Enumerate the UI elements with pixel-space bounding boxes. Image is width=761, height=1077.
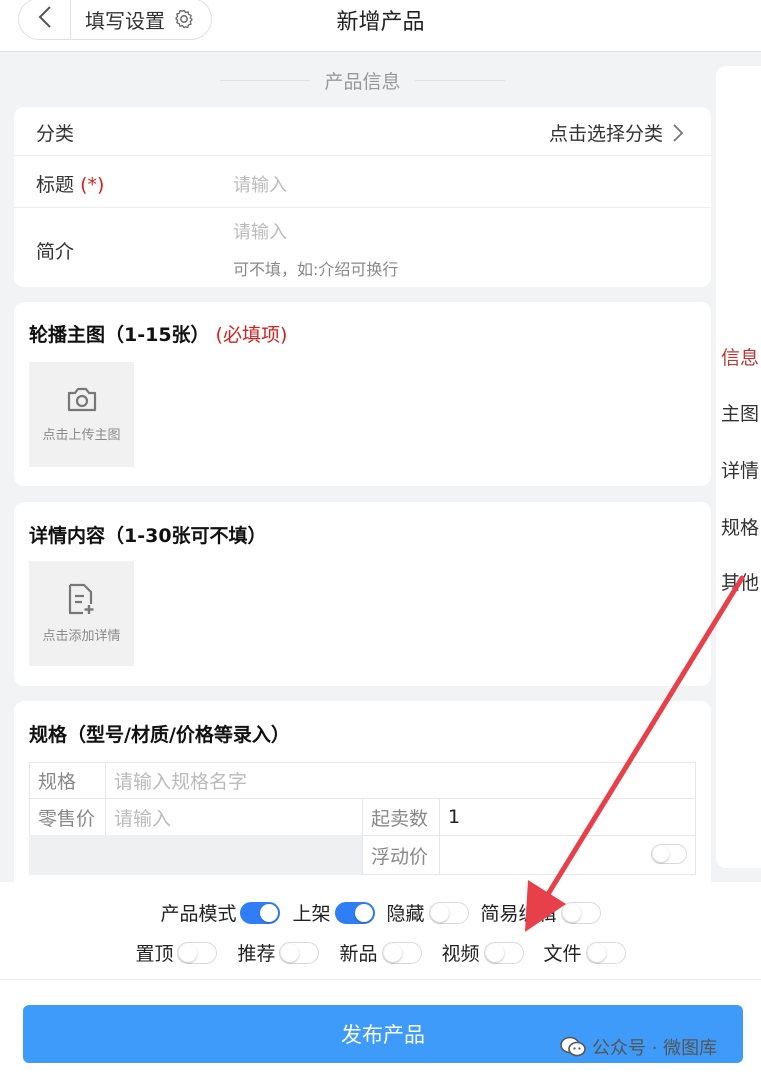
intro-input[interactable]: 请输入 (233, 218, 287, 244)
side-nav-spec[interactable]: 规格 (721, 513, 759, 540)
spec-name-input[interactable]: 请输入规格名字 (105, 762, 696, 799)
switch[interactable] (177, 941, 218, 964)
details-card: 详情内容（1-30张可不填） 点击添加详情 (14, 502, 711, 686)
toggle-video[interactable]: 视频 (442, 939, 524, 966)
switch-knob (587, 943, 606, 962)
section-title-text: 产品信息 (324, 70, 401, 93)
switch[interactable] (560, 901, 601, 924)
toggle-on-shelf[interactable]: 上架 (292, 899, 375, 926)
category-picker[interactable]: 点击选择分类 (549, 119, 683, 146)
toggle-row-2: 置顶 推荐 新品 视频 文件 (0, 939, 761, 966)
switch-knob (260, 903, 279, 922)
category-label: 分类 (36, 123, 75, 145)
switch-knob (383, 943, 402, 962)
camera-icon (66, 386, 98, 418)
title-label: 标题 (*) (36, 170, 104, 197)
empty-cell (29, 835, 363, 875)
toggle-label: 置顶 (135, 943, 174, 965)
switch[interactable] (381, 941, 422, 964)
category-row[interactable]: 分类 点击选择分类 (14, 107, 711, 156)
toggle-pin-top[interactable]: 置顶 (135, 939, 218, 966)
watermark-text: 公众号 · 微图库 (592, 1038, 718, 1059)
side-nav-main-image[interactable]: 主图 (721, 399, 759, 426)
title-label-text: 标题 (36, 174, 75, 196)
intro-hint: 可不填，如:介绍可换行 (233, 260, 399, 279)
divider (0, 979, 761, 980)
add-details-button[interactable]: 点击添加详情 (29, 561, 134, 666)
carousel-heading: 轮播主图（1-15张） (必填项) (29, 320, 287, 347)
toggle-product-mode[interactable]: 产品模式 (160, 899, 281, 926)
toggle-label: 简易编辑 (480, 903, 557, 925)
title-input[interactable]: 请输入 (233, 171, 287, 197)
switch[interactable] (279, 941, 320, 964)
retail-price-input[interactable]: 请输入 (105, 798, 363, 836)
switch-knob (485, 943, 504, 962)
details-heading: 详情内容（1-30张可不填） (29, 525, 267, 547)
float-price-cell (439, 835, 696, 875)
title-row: 标题 (*) 请输入 (14, 156, 711, 208)
switch-knob (354, 903, 373, 922)
toggle-label: 视频 (441, 943, 480, 965)
page-title: 新增产品 (336, 10, 425, 35)
header-bar: 填写设置 新增产品 (0, 0, 761, 52)
switch-knob (281, 943, 300, 962)
file-add-icon (67, 583, 97, 619)
min-qty-label: 起卖数 (362, 798, 440, 836)
product-info-card: 分类 点击选择分类 标题 (*) 请输入 简介 请输入 可不填，如:介绍可换行 (14, 107, 711, 287)
switch-knob (562, 903, 581, 922)
retail-price-label: 零售价 (29, 798, 106, 836)
spec-heading: 规格（型号/材质/价格等录入） (29, 724, 290, 746)
switch[interactable] (334, 901, 375, 924)
intro-row: 简介 请输入 可不填，如:介绍可换行 (14, 208, 711, 287)
switch-knob (653, 846, 669, 862)
toggle-hidden[interactable]: 隐藏 (387, 899, 469, 926)
toggle-new-product[interactable]: 新品 (339, 939, 422, 966)
spec-name-label: 规格 (29, 762, 106, 799)
switch[interactable] (483, 941, 524, 964)
side-nav-info[interactable]: 信息 (721, 343, 759, 370)
switch[interactable] (240, 901, 281, 924)
switch-knob (179, 943, 198, 962)
toggle-label: 推荐 (237, 943, 276, 965)
upload-main-image-label: 点击上传主图 (42, 428, 121, 443)
carousel-heading-text: 轮播主图（1-15张） (29, 324, 210, 346)
toggle-label: 新品 (339, 943, 378, 965)
side-nav-panel: 信息 主图 详情 规格 其他 (716, 66, 761, 868)
float-price-label: 浮动价 (362, 835, 440, 875)
watermark: 公众号 · 微图库 (560, 1034, 717, 1060)
divider (414, 79, 505, 81)
side-nav-other[interactable]: 其他 (721, 568, 759, 595)
spec-card: 规格（型号/材质/价格等录入） 规格 请输入规格名字 零售价 请输入 起卖数 1… (14, 701, 711, 882)
side-nav-details[interactable]: 详情 (721, 456, 759, 483)
switch[interactable] (428, 901, 469, 924)
bottom-panel: 产品模式 上架 隐藏 简易编辑 置顶 推荐 新品 视频 文件 发布产品 公众号 … (0, 882, 761, 1077)
required-mark: (*) (80, 174, 105, 196)
carousel-card: 轮播主图（1-15张） (必填项) 点击上传主图 (14, 302, 711, 486)
toggle-label: 产品模式 (160, 903, 237, 925)
section-title: 产品信息 (14, 66, 711, 94)
switch-knob (430, 903, 449, 922)
upload-main-image-button[interactable]: 点击上传主图 (29, 362, 134, 467)
required-note: (必填项) (215, 324, 288, 346)
toggle-recommend[interactable]: 推荐 (237, 939, 320, 966)
add-details-label: 点击添加详情 (42, 629, 121, 644)
toggle-row-1: 产品模式 上架 隐藏 简易编辑 (0, 899, 761, 926)
float-price-switch[interactable] (651, 844, 687, 864)
divider (220, 79, 311, 81)
toggle-label: 上架 (292, 903, 331, 925)
wechat-icon (560, 1036, 586, 1058)
toggle-label: 文件 (543, 943, 582, 965)
toggle-file[interactable]: 文件 (544, 939, 626, 966)
switch[interactable] (585, 941, 626, 964)
category-picker-text: 点击选择分类 (548, 123, 663, 145)
toggle-label: 隐藏 (386, 903, 425, 925)
min-qty-input[interactable]: 1 (439, 798, 696, 836)
chevron-right-icon (673, 123, 683, 142)
toggle-simple-edit[interactable]: 简易编辑 (481, 899, 601, 926)
intro-label: 简介 (36, 241, 75, 263)
